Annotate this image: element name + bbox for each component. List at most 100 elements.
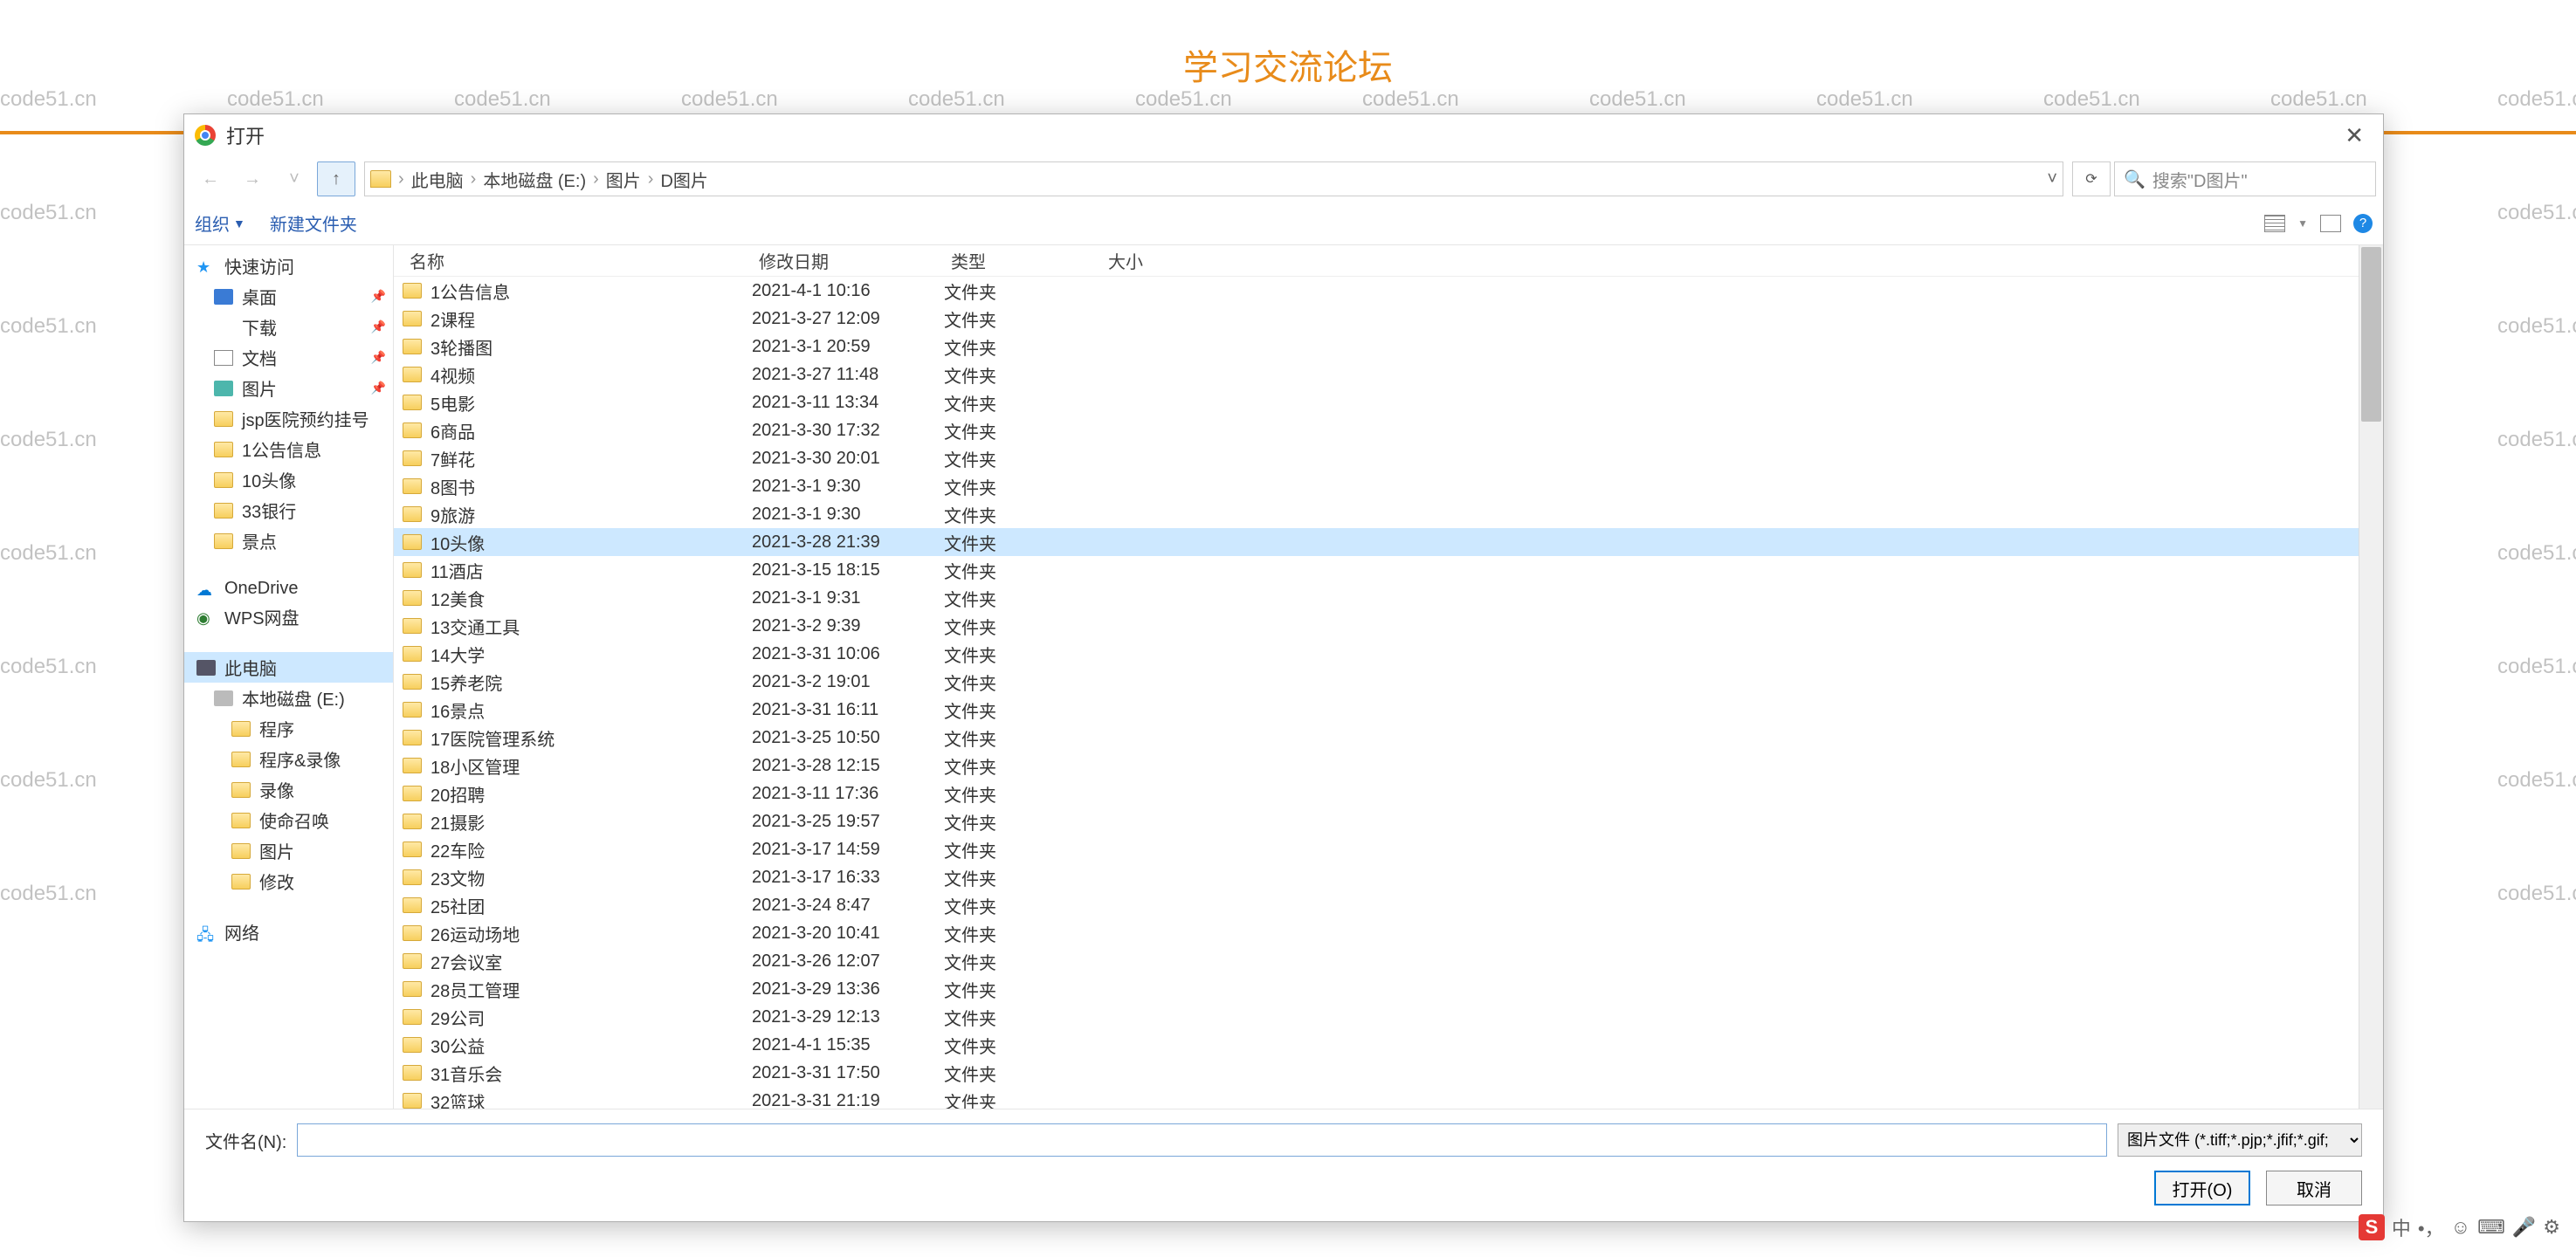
folder-icon [403, 702, 422, 718]
help-icon[interactable]: ? [2353, 214, 2373, 233]
sidebar-network[interactable]: 🖧网络 [184, 917, 393, 947]
ime-icon[interactable]: S [2359, 1214, 2385, 1240]
address-dropdown[interactable]: ˅ [2047, 169, 2057, 189]
file-row[interactable]: 2课程2021-3-27 12:09文件夹 [394, 305, 2359, 333]
pin-icon: 📌 [371, 350, 386, 365]
close-button[interactable]: ✕ [2336, 119, 2373, 153]
file-row[interactable]: 20招聘2021-3-11 17:36文件夹 [394, 780, 2359, 807]
ime-settings-icon[interactable]: ⚙ [2543, 1216, 2560, 1239]
sidebar-item[interactable]: 文档📌 [184, 342, 393, 373]
view-list-icon[interactable] [2264, 215, 2285, 232]
filename-label: 文件名(N): [205, 1128, 286, 1153]
filename-input[interactable] [297, 1123, 2107, 1157]
sidebar-item[interactable]: 1公告信息 [184, 434, 393, 464]
view-preview-icon[interactable] [2320, 215, 2341, 232]
new-folder-button[interactable]: 新建文件夹 [270, 210, 357, 236]
breadcrumb-item[interactable]: 本地磁盘 (E:) [483, 167, 586, 192]
file-row[interactable]: 8图书2021-3-1 9:30文件夹 [394, 472, 2359, 500]
file-row[interactable]: 14大学2021-3-31 10:06文件夹 [394, 640, 2359, 668]
sidebar-this-pc[interactable]: 此电脑 [184, 652, 393, 683]
file-row[interactable]: 28员工管理2021-3-29 13:36文件夹 [394, 975, 2359, 1003]
file-row[interactable]: 1公告信息2021-4-1 10:16文件夹 [394, 277, 2359, 305]
ime-punct-icon[interactable]: •， [2418, 1213, 2444, 1241]
scrollbar[interactable] [2359, 245, 2383, 1109]
cancel-button[interactable]: 取消 [2266, 1171, 2362, 1205]
sidebar-item[interactable]: 使命召唤 [184, 805, 393, 835]
file-row[interactable]: 16景点2021-3-31 16:11文件夹 [394, 696, 2359, 724]
file-row[interactable]: 4视频2021-3-27 11:48文件夹 [394, 361, 2359, 388]
open-button[interactable]: 打开(O) [2154, 1171, 2250, 1205]
file-row[interactable]: 7鲜花2021-3-30 20:01文件夹 [394, 444, 2359, 472]
sidebar-item[interactable]: 图片 [184, 835, 393, 866]
sidebar-item[interactable]: 程序 [184, 713, 393, 744]
view-dropdown[interactable]: ▼ [2297, 217, 2308, 230]
sidebar-item[interactable]: 下载📌 [184, 312, 393, 342]
file-row[interactable]: 10头像2021-3-28 21:39文件夹 [394, 528, 2359, 556]
file-row[interactable]: 27会议室2021-3-26 12:07文件夹 [394, 947, 2359, 975]
ime-mic-icon[interactable]: 🎤 [2512, 1216, 2536, 1239]
forward-button[interactable]: → [233, 161, 272, 196]
file-row[interactable]: 32篮球2021-3-31 21:19文件夹 [394, 1087, 2359, 1109]
sidebar-item[interactable]: 10头像 [184, 464, 393, 495]
folder-icon [231, 721, 251, 737]
doc-icon [214, 350, 233, 366]
file-row[interactable]: 15养老院2021-3-2 19:01文件夹 [394, 668, 2359, 696]
scrollbar-thumb[interactable] [2361, 247, 2381, 422]
file-row[interactable]: 31音乐会2021-3-31 17:50文件夹 [394, 1059, 2359, 1087]
refresh-button[interactable]: ⟳ [2072, 161, 2111, 196]
file-row[interactable]: 13交通工具2021-3-2 9:39文件夹 [394, 612, 2359, 640]
file-row[interactable]: 9旅游2021-3-1 9:30文件夹 [394, 500, 2359, 528]
col-name[interactable]: 名称 [403, 248, 752, 273]
file-row[interactable]: 12美食2021-3-1 9:31文件夹 [394, 584, 2359, 612]
folder-icon [403, 618, 422, 634]
sidebar-onedrive[interactable]: ☁OneDrive [184, 576, 393, 601]
dialog-footer: 文件名(N): 图片文件 (*.tiff;*.pjp;*.jfif;*.gif;… [184, 1109, 2383, 1221]
sidebar-quick-access[interactable]: ★快速访问 [184, 251, 393, 281]
sidebar-item[interactable]: 修改 [184, 866, 393, 896]
file-row[interactable]: 22车险2021-3-17 14:59文件夹 [394, 835, 2359, 863]
file-row[interactable]: 3轮播图2021-3-1 20:59文件夹 [394, 333, 2359, 361]
folder-icon [403, 981, 422, 997]
col-size[interactable]: 大小 [1101, 248, 1188, 273]
breadcrumb-item[interactable]: D图片 [660, 167, 707, 192]
ime-emoji-icon[interactable]: ☺ [2451, 1216, 2470, 1239]
sidebar-wps[interactable]: ◉WPS网盘 [184, 601, 393, 632]
sidebar-item[interactable]: 录像 [184, 774, 393, 805]
up-button[interactable]: ↑ [317, 161, 355, 196]
sidebar-item[interactable]: 桌面📌 [184, 281, 393, 312]
file-row[interactable]: 26运动场地2021-3-20 10:41文件夹 [394, 919, 2359, 947]
chrome-icon [195, 125, 216, 146]
file-row[interactable]: 5电影2021-3-11 13:34文件夹 [394, 388, 2359, 416]
file-row[interactable]: 17医院管理系统2021-3-25 10:50文件夹 [394, 724, 2359, 752]
star-icon: ★ [196, 258, 216, 274]
sidebar-item[interactable]: 程序&录像 [184, 744, 393, 774]
file-row[interactable]: 18小区管理2021-3-28 12:15文件夹 [394, 752, 2359, 780]
address-bar[interactable]: › 此电脑 › 本地磁盘 (E:) › 图片 › D图片 ˅ [364, 161, 2063, 196]
col-date[interactable]: 修改日期 [752, 248, 944, 273]
ime-keyboard-icon[interactable]: ⌨ [2477, 1216, 2505, 1239]
folder-icon [403, 1065, 422, 1081]
folder-icon [403, 758, 422, 773]
filetype-select[interactable]: 图片文件 (*.tiff;*.pjp;*.jfif;*.gif; [2118, 1123, 2362, 1157]
col-type[interactable]: 类型 [944, 248, 1101, 273]
sidebar-item[interactable]: 景点 [184, 525, 393, 556]
file-row[interactable]: 11酒店2021-3-15 18:15文件夹 [394, 556, 2359, 584]
recent-dropdown[interactable]: ˅ [275, 161, 313, 196]
sidebar-disk[interactable]: 本地磁盘 (E:) [184, 683, 393, 713]
file-row[interactable]: 21摄影2021-3-25 19:57文件夹 [394, 807, 2359, 835]
file-row[interactable]: 29公司2021-3-29 12:13文件夹 [394, 1003, 2359, 1031]
file-list: 名称 修改日期 类型 大小 1公告信息2021-4-1 10:16文件夹2课程2… [394, 245, 2359, 1109]
breadcrumb-item[interactable]: 此电脑 [411, 167, 464, 192]
sidebar-item[interactable]: 33银行 [184, 495, 393, 525]
organize-button[interactable]: 组织 ▼ [195, 210, 245, 236]
file-row[interactable]: 6商品2021-3-30 17:32文件夹 [394, 416, 2359, 444]
sidebar-item[interactable]: jsp医院预约挂号 [184, 403, 393, 434]
sidebar-item[interactable]: 图片📌 [184, 373, 393, 403]
file-row[interactable]: 23文物2021-3-17 16:33文件夹 [394, 863, 2359, 891]
file-row[interactable]: 25社团2021-3-24 8:47文件夹 [394, 891, 2359, 919]
breadcrumb-item[interactable]: 图片 [606, 167, 641, 192]
ime-lang[interactable]: 中 [2392, 1213, 2411, 1241]
file-row[interactable]: 30公益2021-4-1 15:35文件夹 [394, 1031, 2359, 1059]
back-button[interactable]: ← [191, 161, 230, 196]
search-input[interactable]: 🔍 搜索"D图片" [2114, 161, 2376, 196]
